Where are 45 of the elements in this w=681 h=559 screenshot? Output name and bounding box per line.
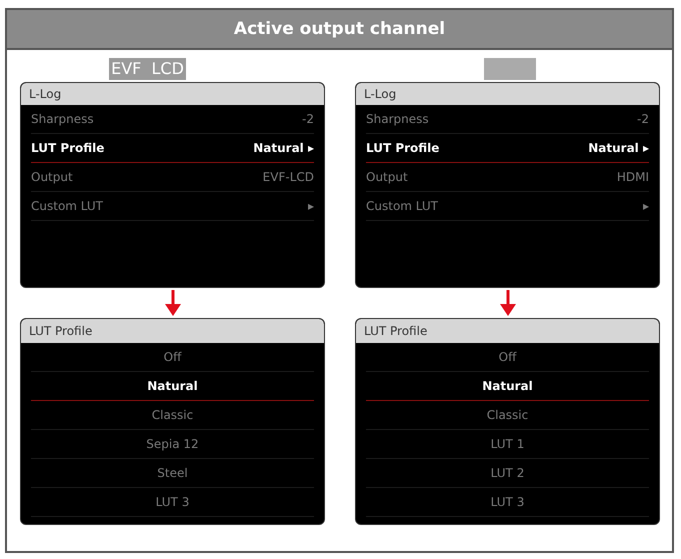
menu-row[interactable]: Custom LUT ▸ xyxy=(31,192,314,221)
submenu-option[interactable]: LUT 3 xyxy=(31,488,314,517)
menu-value: EVF-LCD xyxy=(262,170,314,184)
menu-label: LUT Profile xyxy=(31,141,104,155)
menu-label: Sharpness xyxy=(31,112,94,126)
submenu-option[interactable]: LUT 1 xyxy=(366,430,649,459)
submenu-option[interactable]: Natural xyxy=(366,372,649,401)
menu-label: Output xyxy=(366,170,408,184)
menu-row[interactable]: Sharpness -2 xyxy=(366,105,649,134)
submenu-title: LUT Profile xyxy=(356,319,659,343)
submenu-option[interactable]: Off xyxy=(31,343,314,372)
submenu-title: LUT Profile xyxy=(21,319,324,343)
menu-title: L-Log xyxy=(21,83,324,105)
menu-title: L-Log xyxy=(356,83,659,105)
menu-label: Custom LUT xyxy=(366,199,438,213)
submenu-option[interactable]: LUT 3 xyxy=(366,488,649,517)
menu-row[interactable]: Output HDMI xyxy=(366,163,649,192)
menu-label: Sharpness xyxy=(366,112,429,126)
blank-label-block xyxy=(484,58,536,80)
menu-value: HDMI xyxy=(616,170,649,184)
submenu-option[interactable]: Classic xyxy=(31,401,314,430)
channel-label: EVF LCD xyxy=(109,58,186,80)
menu-value: -2 xyxy=(637,112,649,126)
down-arrow-icon xyxy=(164,290,180,316)
menu-value: Natural ▸ xyxy=(253,141,314,155)
menu-row[interactable]: Custom LUT ▸ xyxy=(366,192,649,221)
menu-row[interactable]: Output EVF-LCD xyxy=(31,163,314,192)
menu-row[interactable]: Sharpness -2 xyxy=(31,105,314,134)
menu-label: LUT Profile xyxy=(366,141,440,155)
menu-value: -2 xyxy=(302,112,314,126)
menu-value: ▸ xyxy=(642,199,649,213)
submenu-option[interactable]: LUT 2 xyxy=(366,459,649,488)
submenu-option[interactable]: Off xyxy=(366,343,649,372)
submenu-option[interactable]: Natural xyxy=(31,372,314,401)
menu-value: Natural ▸ xyxy=(588,141,649,155)
menu-label: Output xyxy=(31,170,73,184)
down-arrow-icon xyxy=(500,290,516,316)
menu-value: ▸ xyxy=(308,199,314,213)
menu-row[interactable]: LUT Profile Natural ▸ xyxy=(366,134,649,163)
submenu-option[interactable]: Sepia 12 xyxy=(31,430,314,459)
submenu-option[interactable]: Steel xyxy=(31,459,314,488)
menu-label: Custom LUT xyxy=(31,199,103,213)
menu-row[interactable]: LUT Profile Natural ▸ xyxy=(31,134,314,163)
submenu-option[interactable]: Classic xyxy=(366,401,649,430)
section-header: Active output channel xyxy=(7,10,672,50)
